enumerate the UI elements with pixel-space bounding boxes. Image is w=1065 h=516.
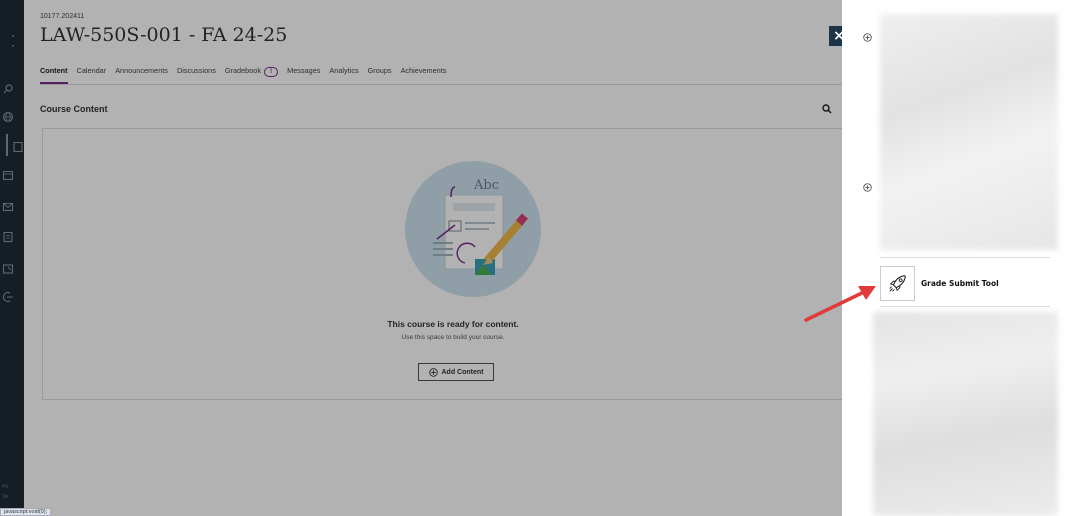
annotation-arrow — [804, 286, 876, 322]
expand-icon[interactable] — [863, 177, 872, 192]
left-nav: Pri Ter — [0, 0, 24, 516]
tab-analytics[interactable]: Analytics — [329, 66, 358, 82]
courses-icon[interactable] — [12, 138, 24, 153]
page-title: LAW-550S-001 - FA 24-25 — [40, 24, 288, 46]
rocket-icon — [888, 275, 906, 292]
user-icon[interactable] — [2, 32, 18, 47]
tab-messages[interactable]: Messages — [287, 66, 320, 82]
grade-submit-tool-label: Grade Submit Tool — [921, 278, 999, 288]
blurred-content-top — [880, 14, 1058, 250]
divider — [880, 306, 1050, 307]
active-indicator — [6, 134, 8, 156]
search-nav-icon[interactable] — [2, 80, 14, 94]
add-circle-icon — [428, 367, 438, 377]
grade-submit-tool-item[interactable]: Grade Submit Tool — [880, 265, 1050, 301]
mail-icon[interactable] — [2, 198, 14, 212]
tab-groups[interactable]: Groups — [368, 66, 392, 82]
globe-icon[interactable] — [2, 108, 14, 123]
tab-gradebook[interactable]: Gradebook! — [224, 66, 279, 82]
tools-icon[interactable] — [2, 260, 14, 274]
gradebook-alert-badge: ! — [263, 67, 279, 77]
add-content-button[interactable]: Add Content — [418, 363, 494, 381]
tab-gradebook-label: Gradebook — [224, 66, 261, 75]
tab-content[interactable]: Content — [40, 66, 68, 84]
blurred-content-bottom — [873, 312, 1058, 516]
course-content-heading: Course Content — [40, 104, 108, 114]
empty-state-subtitle: Use this space to build your course. — [401, 334, 505, 341]
course-tabs: Content Calendar Announcements Discussio… — [40, 66, 447, 84]
privacy-link[interactable]: Pri — [2, 484, 8, 490]
empty-content-illustration: Abc — [405, 161, 541, 297]
search-icon[interactable] — [822, 104, 832, 114]
tab-discussions[interactable]: Discussions — [177, 66, 216, 82]
tab-calendar[interactable]: Calendar — [77, 66, 107, 82]
expand-icon[interactable] — [863, 27, 872, 42]
tab-divider — [40, 84, 842, 85]
calendar-icon[interactable] — [2, 166, 14, 181]
terms-link[interactable]: Ter — [2, 494, 9, 500]
tab-achievements[interactable]: Achievements — [401, 66, 447, 82]
logout-icon[interactable] — [2, 288, 14, 303]
grades-icon[interactable] — [2, 228, 14, 243]
add-content-label: Add Content — [441, 368, 484, 376]
divider — [880, 257, 1050, 258]
course-page: 10177.202411 LAW-550S-001 - FA 24-25 Con… — [24, 0, 844, 516]
tab-announcements[interactable]: Announcements — [115, 66, 168, 82]
illustration-text: Abc — [473, 178, 499, 193]
course-id: 10177.202411 — [40, 13, 85, 20]
empty-state-title: This course is ready for content. — [387, 319, 519, 329]
tool-icon-box — [880, 265, 915, 301]
browser-status-bar: javascript:void(0); — [0, 508, 52, 516]
content-panel: Abc This course is ready for content. Us… — [42, 128, 844, 400]
